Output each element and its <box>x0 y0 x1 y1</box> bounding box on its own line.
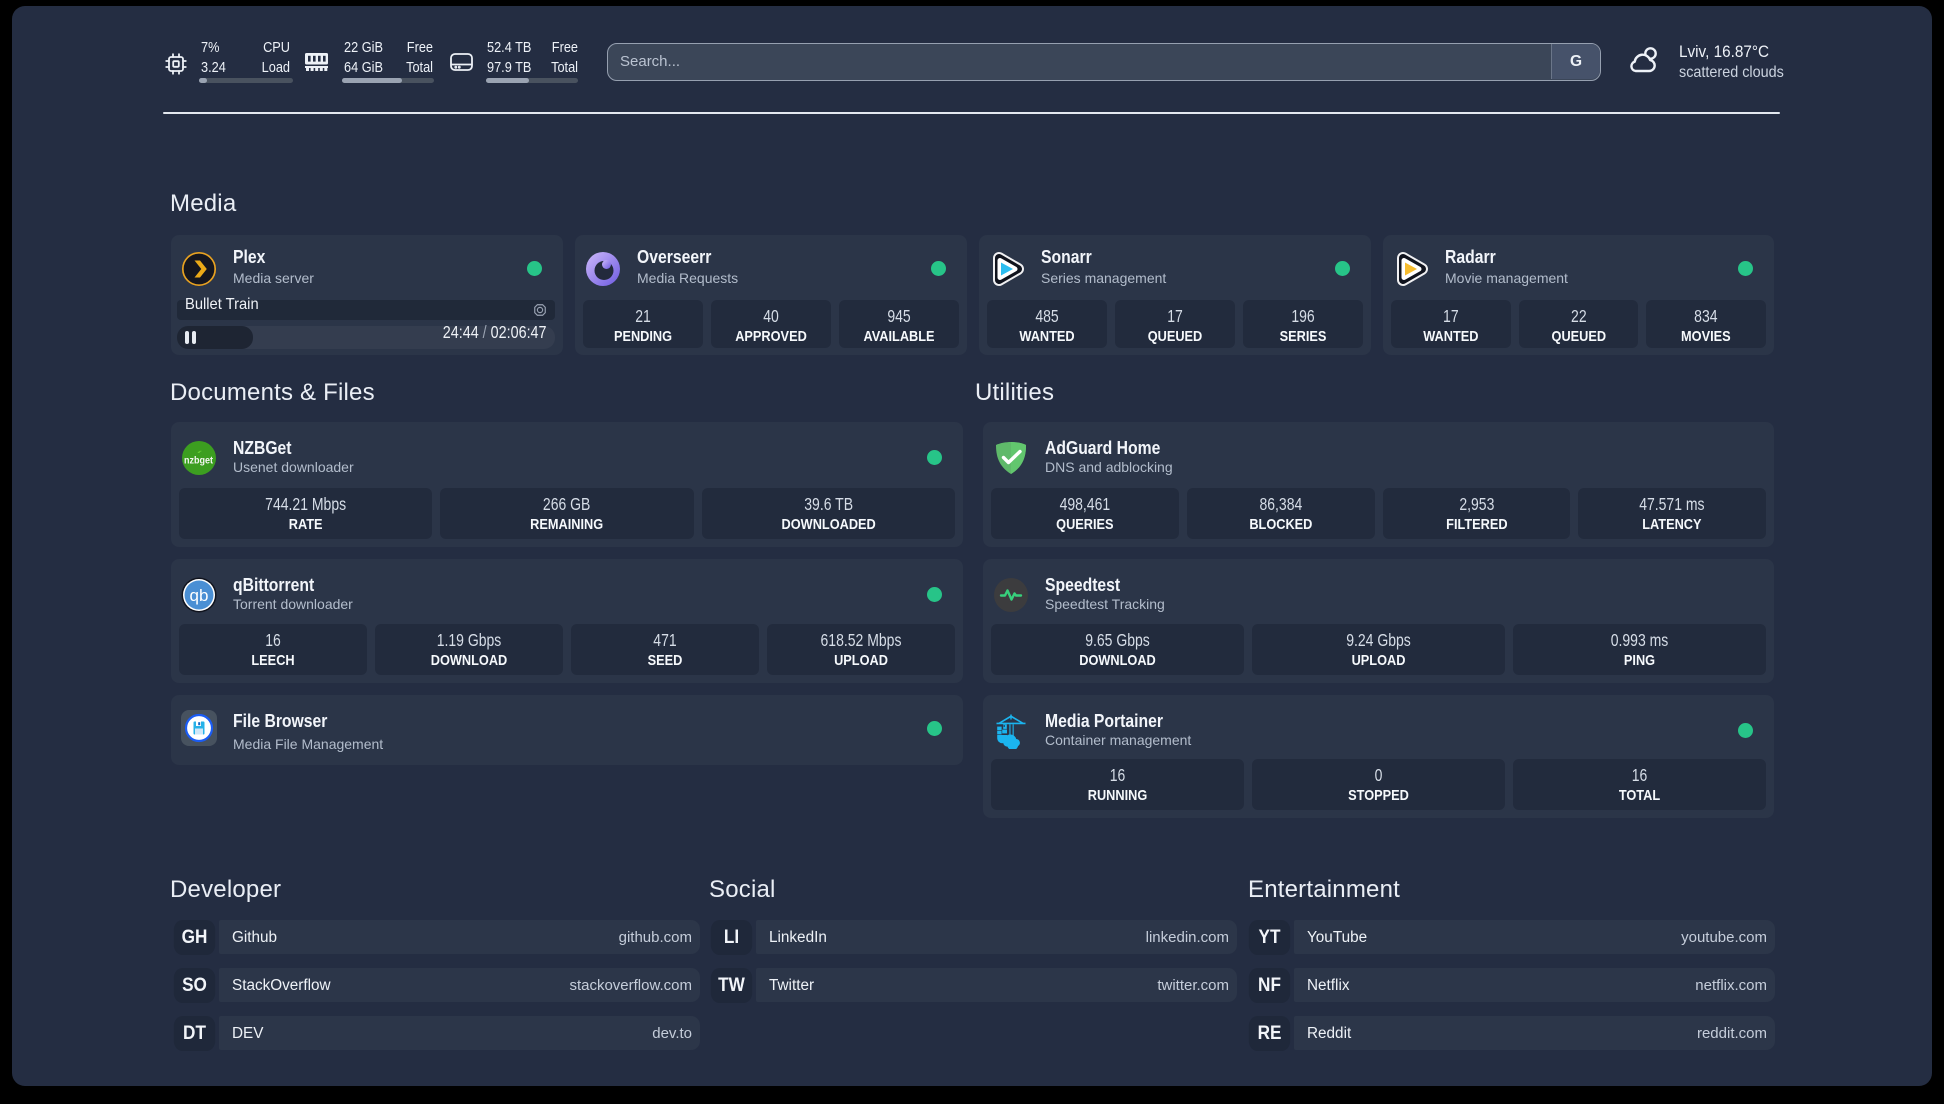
svg-text:nzbget: nzbget <box>184 455 214 467</box>
svg-text:qb: qb <box>190 586 209 605</box>
